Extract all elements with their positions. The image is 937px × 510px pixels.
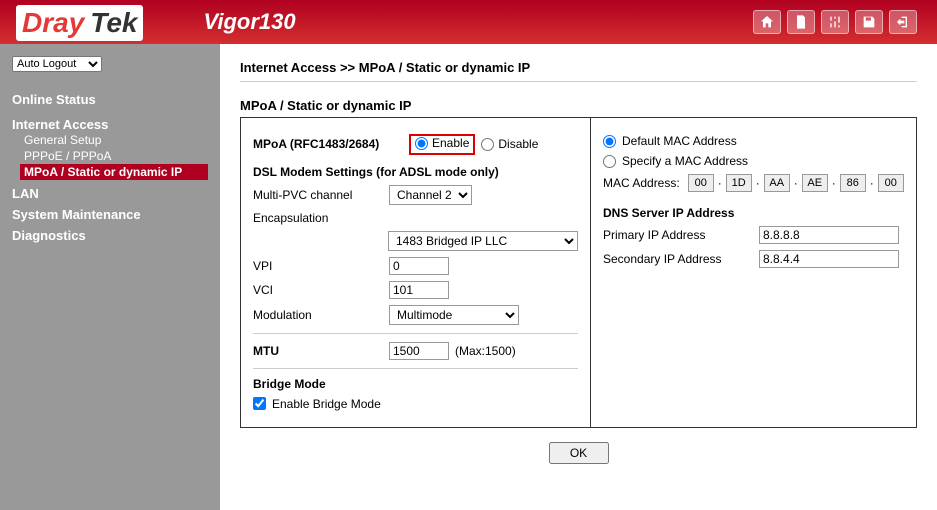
main-content: Internet Access >> MPoA / Static or dyna…	[220, 44, 937, 510]
sidebar-internet-access[interactable]: Internet Access	[12, 117, 208, 132]
primary-ip-label: Primary IP Address	[603, 228, 753, 242]
multi-pvc-label: Multi-PVC channel	[253, 188, 383, 202]
sidebar-online-status[interactable]: Online Status	[12, 92, 208, 107]
header-icons	[753, 10, 917, 34]
logo-dray: Dray	[16, 5, 90, 41]
specify-mac-label: Specify a MAC Address	[622, 154, 748, 168]
sliders-icon[interactable]	[821, 10, 849, 34]
logo-tek: Tek	[90, 5, 143, 41]
mac-4[interactable]	[840, 174, 866, 192]
primary-ip-input[interactable]	[759, 226, 899, 244]
ok-button[interactable]: OK	[549, 442, 609, 464]
modulation-label: Modulation	[253, 308, 383, 322]
mpoa-enable-radio[interactable]	[415, 137, 428, 150]
sidebar-item-general[interactable]: General Setup	[20, 132, 208, 148]
multi-pvc-select[interactable]: Channel 2	[389, 185, 472, 205]
sidebar-diagnostics[interactable]: Diagnostics	[12, 228, 208, 243]
dsl-heading: DSL Modem Settings (for ADSL mode only)	[253, 165, 578, 179]
breadcrumb: Internet Access >> MPoA / Static or dyna…	[240, 60, 917, 82]
secondary-ip-input[interactable]	[759, 250, 899, 268]
disable-label: Disable	[498, 137, 538, 151]
vci-label: VCI	[253, 283, 383, 297]
sidebar-item-mpoa[interactable]: MPoA / Static or dynamic IP	[20, 164, 208, 180]
mtu-input[interactable]	[389, 342, 449, 360]
dns-heading: DNS Server IP Address	[603, 206, 904, 220]
encap-select[interactable]: 1483 Bridged IP LLC	[388, 231, 578, 251]
mac-5[interactable]	[878, 174, 904, 192]
settings-panels: MPoA (RFC1483/2684) Enable Disable DSL M…	[240, 117, 917, 428]
sidebar: Auto Logout Online Status Internet Acces…	[0, 44, 220, 510]
mac-3[interactable]	[802, 174, 828, 192]
auto-logout-select[interactable]: Auto Logout	[12, 56, 102, 72]
model-name: Vigor130	[203, 9, 295, 35]
specify-mac-radio[interactable]	[603, 155, 616, 168]
section-title: MPoA / Static or dynamic IP	[240, 98, 917, 113]
mac-address-label: MAC Address:	[603, 176, 680, 190]
doc-icon[interactable]	[787, 10, 815, 34]
panel-left: MPoA (RFC1483/2684) Enable Disable DSL M…	[241, 118, 591, 427]
default-mac-radio[interactable]	[603, 135, 616, 148]
home-icon[interactable]	[753, 10, 781, 34]
panel-right: Default MAC Address Specify a MAC Addres…	[591, 118, 916, 427]
enable-label: Enable	[432, 136, 469, 150]
mac-1[interactable]	[726, 174, 752, 192]
vci-input[interactable]	[389, 281, 449, 299]
mtu-label: MTU	[253, 344, 383, 358]
logout-icon[interactable]	[889, 10, 917, 34]
save-icon[interactable]	[855, 10, 883, 34]
sidebar-system-maintenance[interactable]: System Maintenance	[12, 207, 208, 222]
header-bar: DrayTek Vigor130	[0, 0, 937, 44]
mac-2[interactable]	[764, 174, 790, 192]
mtu-max: (Max:1500)	[455, 344, 516, 358]
sidebar-lan[interactable]: LAN	[12, 186, 208, 201]
mpoa-label: MPoA (RFC1483/2684)	[253, 137, 403, 151]
bridge-label: Enable Bridge Mode	[272, 397, 381, 411]
vpi-input[interactable]	[389, 257, 449, 275]
encap-label: Encapsulation	[253, 211, 383, 225]
bridge-heading: Bridge Mode	[253, 377, 578, 391]
sidebar-item-pppoe[interactable]: PPPoE / PPPoA	[20, 148, 208, 164]
bridge-checkbox[interactable]	[253, 397, 266, 410]
vpi-label: VPI	[253, 259, 383, 273]
secondary-ip-label: Secondary IP Address	[603, 252, 753, 266]
modulation-select[interactable]: Multimode	[389, 305, 519, 325]
mpoa-disable-radio[interactable]	[481, 138, 494, 151]
default-mac-label: Default MAC Address	[622, 134, 737, 148]
logo: DrayTek	[16, 5, 143, 39]
mac-0[interactable]	[688, 174, 714, 192]
enable-highlight: Enable	[409, 134, 475, 155]
